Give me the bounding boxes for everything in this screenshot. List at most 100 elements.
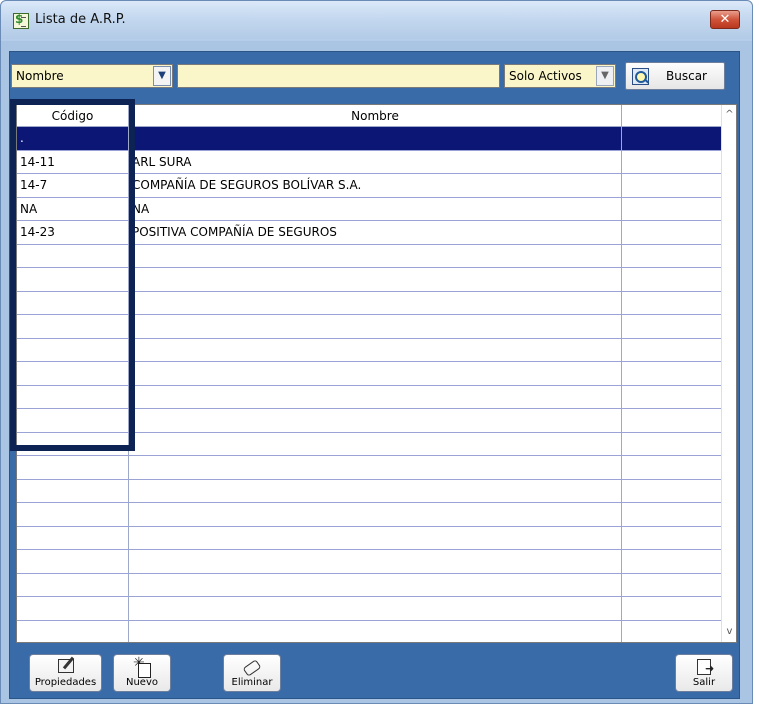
cell-codigo: 14-11	[17, 150, 129, 173]
table-row[interactable]	[17, 432, 723, 456]
cell-codigo	[17, 315, 129, 338]
table-row[interactable]	[17, 385, 723, 409]
cell-codigo	[17, 385, 129, 408]
vertical-scrollbar[interactable]: ^ v	[721, 105, 736, 642]
cell-extra	[622, 151, 723, 174]
table-row[interactable]: 14-11 ARL SURA	[17, 150, 723, 174]
eliminar-label: Eliminar	[231, 677, 273, 688]
cell-nombre	[129, 550, 622, 573]
cell-codigo	[17, 432, 129, 455]
scroll-up-icon[interactable]: ^	[724, 109, 735, 121]
table-row[interactable]	[17, 620, 723, 643]
arp-table[interactable]: Código Nombre . 14-11 ARL SURA 14-7 COMPAÑÍA…	[16, 104, 737, 643]
table-row[interactable]: .	[17, 127, 723, 151]
nuevo-button[interactable]: Nuevo	[113, 654, 171, 692]
edit-properties-icon	[57, 659, 74, 673]
chevron-down-icon[interactable]: ▼	[153, 66, 171, 86]
scroll-down-icon[interactable]: v	[724, 626, 735, 638]
cell-codigo	[17, 338, 129, 361]
cell-nombre	[129, 268, 622, 291]
cell-extra	[622, 621, 723, 643]
propiedades-button[interactable]: Propiedades	[29, 654, 102, 692]
cell-extra	[622, 550, 723, 573]
table-row[interactable]	[17, 503, 723, 527]
column-header-nombre[interactable]: Nombre	[129, 105, 622, 127]
chevron-down-icon[interactable]: ▼	[596, 66, 614, 86]
cell-codigo: .	[17, 127, 129, 150]
cell-extra	[622, 268, 723, 291]
search-bar: Nombre ▼ Solo Activos ▼ Buscar	[11, 62, 731, 92]
table-row[interactable]	[17, 550, 723, 574]
exit-icon	[697, 659, 714, 675]
cell-nombre: COMPAÑÍA DE SEGUROS BOLÍVAR S.A.	[129, 174, 622, 197]
cell-nombre	[129, 291, 622, 314]
money-document-icon	[13, 12, 29, 29]
cell-codigo	[17, 268, 129, 291]
cell-nombre	[129, 503, 622, 526]
table-row[interactable]: 14-23 POSITIVA COMPAÑÍA DE SEGUROS	[17, 221, 723, 245]
cell-extra	[622, 339, 723, 362]
cell-codigo: NA	[17, 197, 129, 220]
cell-extra	[622, 386, 723, 409]
table-row[interactable]	[17, 597, 723, 621]
salir-button[interactable]: Salir	[675, 654, 733, 692]
cell-codigo	[17, 409, 129, 432]
buscar-button[interactable]: Buscar	[625, 62, 725, 90]
status-filter-value: Solo Activos	[509, 69, 582, 83]
cell-nombre	[129, 385, 622, 408]
cell-extra	[622, 480, 723, 503]
cell-codigo	[17, 479, 129, 502]
cell-extra	[622, 198, 723, 221]
title-bar[interactable]: Lista de A.R.P. ✕	[1, 1, 752, 39]
search-icon	[632, 68, 649, 85]
cell-extra	[622, 597, 723, 620]
table-row[interactable]: NA NA	[17, 197, 723, 221]
cell-extra	[622, 221, 723, 244]
table-row[interactable]	[17, 456, 723, 480]
cell-codigo	[17, 620, 129, 642]
cell-nombre: NA	[129, 197, 622, 220]
cell-nombre: ARL SURA	[129, 150, 622, 173]
eliminar-button[interactable]: Eliminar	[223, 654, 281, 692]
search-field-select[interactable]: Nombre ▼	[11, 64, 173, 88]
cell-nombre	[129, 362, 622, 385]
table-row[interactable]	[17, 479, 723, 503]
salir-label: Salir	[692, 677, 716, 688]
status-filter-select[interactable]: Solo Activos ▼	[504, 64, 616, 88]
cell-extra	[622, 433, 723, 456]
table-row[interactable]	[17, 244, 723, 268]
search-field-value: Nombre	[16, 69, 64, 83]
table-row[interactable]	[17, 409, 723, 433]
table-row[interactable]	[17, 362, 723, 386]
table-row[interactable]	[17, 268, 723, 292]
table-row[interactable]	[17, 291, 723, 315]
cell-nombre	[129, 244, 622, 267]
cell-nombre	[129, 573, 622, 596]
table-row[interactable]	[17, 315, 723, 339]
eraser-icon	[242, 659, 262, 677]
cell-extra	[622, 362, 723, 385]
table-row[interactable]	[17, 573, 723, 597]
column-header-codigo[interactable]: Código	[17, 105, 129, 127]
cell-codigo: 14-7	[17, 174, 129, 197]
cell-extra	[622, 503, 723, 526]
cell-nombre: POSITIVA COMPAÑÍA DE SEGUROS	[129, 221, 622, 244]
column-header-extra[interactable]	[622, 105, 723, 127]
buscar-label: Buscar	[666, 69, 707, 83]
cell-nombre	[129, 479, 622, 502]
table-row[interactable]	[17, 338, 723, 362]
cell-extra	[622, 315, 723, 338]
table-row[interactable]: 14-7 COMPAÑÍA DE SEGUROS BOLÍVAR S.A.	[17, 174, 723, 198]
cell-extra	[622, 292, 723, 315]
cell-extra	[622, 174, 723, 197]
cell-nombre	[129, 597, 622, 620]
cell-nombre	[129, 620, 622, 642]
search-input[interactable]	[177, 64, 500, 88]
cell-extra	[622, 527, 723, 550]
propiedades-label: Propiedades	[34, 677, 97, 688]
close-button[interactable]: ✕	[710, 10, 740, 29]
cell-extra	[622, 574, 723, 597]
table-row[interactable]	[17, 526, 723, 550]
cell-codigo	[17, 503, 129, 526]
cell-codigo: 14-23	[17, 221, 129, 244]
